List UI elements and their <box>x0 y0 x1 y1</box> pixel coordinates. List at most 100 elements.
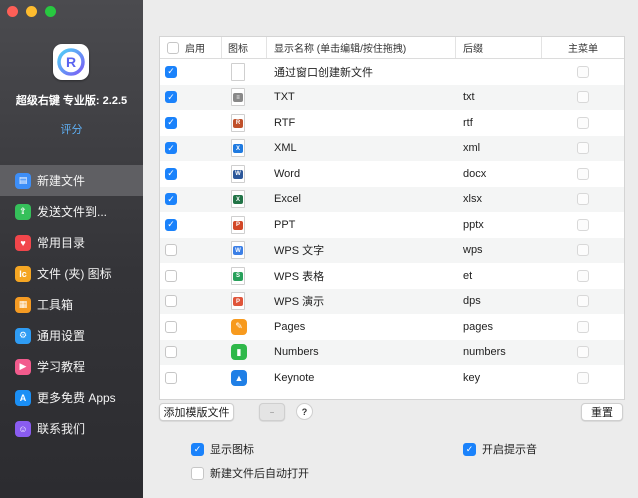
table-row[interactable]: 通过窗口创建新文件 <box>160 59 624 85</box>
cell-enabled <box>160 161 222 187</box>
help-button[interactable]: ? <box>296 403 313 420</box>
sound-option[interactable]: 开启提示音 <box>463 441 537 457</box>
cell-name[interactable]: Keynote <box>267 365 456 391</box>
select-all-checkbox[interactable] <box>167 41 179 54</box>
cell-icon: R <box>222 110 267 136</box>
cell-suffix: xlsx <box>463 193 482 206</box>
reset-button[interactable]: 重置 <box>581 403 623 421</box>
enabled-checkbox[interactable] <box>165 269 177 282</box>
enabled-checkbox[interactable] <box>165 320 177 333</box>
table-row[interactable]: ▮ Numbers numbers <box>160 339 624 366</box>
enabled-checkbox[interactable] <box>165 371 177 384</box>
cell-name[interactable]: Word <box>267 161 456 187</box>
table-row[interactable]: S WPS 表格 et <box>160 263 624 289</box>
cell-name[interactable]: Numbers <box>267 340 456 366</box>
main-menu-checkbox[interactable] <box>577 244 589 257</box>
cell-enabled <box>160 263 222 289</box>
cell-main-menu <box>542 314 624 340</box>
enabled-checkbox[interactable] <box>165 244 177 257</box>
sidebar-item-6[interactable]: ▶ 学习教程 <box>0 351 143 382</box>
cell-suffix: pages <box>463 320 493 333</box>
table-row[interactable]: W WPS 文字 wps <box>160 237 624 264</box>
auto-open-label: 新建文件后自动打开 <box>210 468 309 480</box>
main-menu-checkbox[interactable] <box>577 116 589 129</box>
main-menu-checkbox[interactable] <box>577 346 589 359</box>
sound-checkbox[interactable] <box>463 442 476 456</box>
minimize-window-button[interactable] <box>26 6 37 17</box>
main-menu-checkbox[interactable] <box>577 65 589 78</box>
main-menu-checkbox[interactable] <box>577 167 589 180</box>
cell-main-menu <box>542 238 624 264</box>
cell-name[interactable]: XML <box>267 136 456 162</box>
sidebar-item-8[interactable]: ☺ 联系我们 <box>0 413 143 444</box>
sidebar-item-0[interactable]: ▤ 新建文件 <box>0 165 143 196</box>
close-window-button[interactable] <box>7 6 18 17</box>
cell-suffix: docx <box>463 167 487 180</box>
table-row[interactable]: ≡ TXT txt <box>160 84 624 111</box>
sidebar-item-3[interactable]: Ic 文件 (夹) 图标 <box>0 258 143 289</box>
cell-icon: P <box>222 289 267 315</box>
table-row[interactable]: R RTF rtf <box>160 110 624 136</box>
header-main-menu: 主菜单 <box>568 44 598 55</box>
cell-name[interactable]: WPS 演示 <box>267 289 456 315</box>
sidebar-item-5[interactable]: ⚙ 通用设置 <box>0 320 143 351</box>
cell-enabled <box>160 110 222 136</box>
table-row[interactable]: ▲ Keynote key <box>160 365 624 391</box>
auto-open-option[interactable]: 新建文件后自动打开 <box>191 465 309 481</box>
enabled-checkbox[interactable] <box>165 116 177 129</box>
table-row[interactable]: ✎ Pages pages <box>160 314 624 340</box>
show-icon-label: 显示图标 <box>210 444 254 456</box>
icon-badge-icon: Ic <box>15 265 31 282</box>
cell-name[interactable]: Pages <box>267 314 456 340</box>
main-menu-checkbox[interactable] <box>577 320 589 333</box>
cell-name[interactable]: WPS 表格 <box>267 263 456 289</box>
sidebar-item-2[interactable]: ♥ 常用目录 <box>0 227 143 258</box>
enabled-checkbox[interactable] <box>165 295 177 308</box>
enabled-checkbox[interactable] <box>165 142 177 155</box>
cell-name[interactable]: RTF <box>267 110 456 136</box>
table-row[interactable]: P PPT pptx <box>160 212 624 238</box>
cell-name[interactable]: WPS 文字 <box>267 238 456 264</box>
sidebar-item-4[interactable]: ▦ 工具箱 <box>0 289 143 320</box>
main-menu-checkbox[interactable] <box>577 269 589 282</box>
rate-link[interactable]: 评分 <box>0 121 143 137</box>
table-row[interactable]: P WPS 演示 dps <box>160 288 624 315</box>
enabled-checkbox[interactable] <box>165 346 177 359</box>
cell-name[interactable]: 通过窗口创建新文件 <box>267 59 456 85</box>
main-menu-checkbox[interactable] <box>577 218 589 231</box>
enabled-checkbox[interactable] <box>165 65 177 78</box>
auto-open-checkbox[interactable] <box>191 466 204 480</box>
cell-name[interactable]: TXT <box>267 85 456 111</box>
sidebar-item-7[interactable]: A 更多免费 Apps <box>0 382 143 413</box>
sidebar-item-1[interactable]: ⇪ 发送文件到... <box>0 196 143 227</box>
show-icon-checkbox[interactable] <box>191 442 204 456</box>
enabled-checkbox[interactable] <box>165 193 177 206</box>
enabled-checkbox[interactable] <box>165 91 177 104</box>
txt-file-icon: ≡ <box>231 88 245 107</box>
add-template-button[interactable]: 添加模版文件 <box>159 403 234 421</box>
main-menu-checkbox[interactable] <box>577 193 589 206</box>
remove-button[interactable]: − <box>259 403 285 421</box>
table-row[interactable]: X XML xml <box>160 135 624 162</box>
enabled-checkbox[interactable] <box>165 167 177 180</box>
heart-icon: ♥ <box>15 234 31 251</box>
file-template-table: 启用 图标 显示名称 (单击编辑/按住拖拽) 后缀 主菜单 通过窗口创建新文件 ≡… <box>159 36 625 400</box>
cell-name[interactable]: Excel <box>267 187 456 213</box>
table-header: 启用 图标 显示名称 (单击编辑/按住拖拽) 后缀 主菜单 <box>160 37 624 59</box>
main-menu-checkbox[interactable] <box>577 295 589 308</box>
gear-icon: ⚙ <box>15 327 31 344</box>
cell-main-menu <box>542 212 624 238</box>
enabled-checkbox[interactable] <box>165 218 177 231</box>
main-menu-checkbox[interactable] <box>577 91 589 104</box>
cell-name[interactable]: PPT <box>267 212 456 238</box>
main-menu-checkbox[interactable] <box>577 142 589 155</box>
cell-icon <box>222 59 267 85</box>
show-icon-option[interactable]: 显示图标 <box>191 441 254 457</box>
zoom-window-button[interactable] <box>45 6 56 17</box>
table-row[interactable]: X Excel xlsx <box>160 186 624 213</box>
word-icon: W <box>231 164 245 183</box>
main-menu-checkbox[interactable] <box>577 371 589 384</box>
cell-suffix: wps <box>463 244 483 257</box>
app-name: 超级右键 专业版: 2.2.5 <box>15 95 128 107</box>
table-row[interactable]: W Word docx <box>160 161 624 187</box>
